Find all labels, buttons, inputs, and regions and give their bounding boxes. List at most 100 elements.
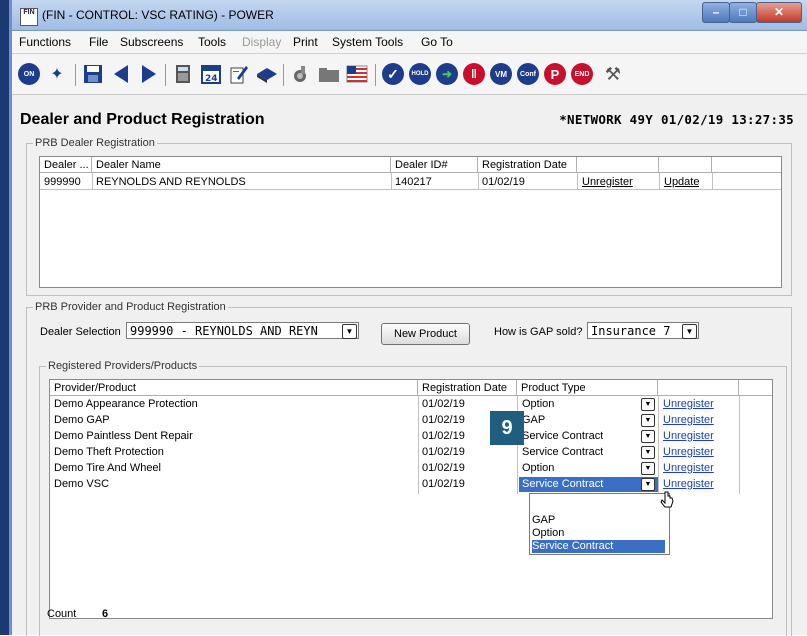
menu-file[interactable]: File — [89, 35, 108, 49]
dealer-selection-label: Dealer Selection — [40, 326, 121, 338]
product-type-selected[interactable]: Service Contract — [519, 477, 658, 492]
dealer-name-col-header[interactable]: Dealer Name — [92, 157, 391, 173]
menu-bar: Functions File Subscreens Tools Display … — [12, 31, 807, 54]
flag-icon[interactable] — [346, 63, 368, 85]
maximize-button[interactable]: □ — [729, 2, 757, 23]
new-product-button[interactable]: New Product — [381, 323, 470, 345]
title-bar: FIN (FIN - CONTROL: VSC RATING) - POWER … — [12, 0, 807, 31]
calculator-icon[interactable] — [172, 63, 194, 85]
menu-print[interactable]: Print — [293, 35, 318, 49]
update-dealer-link[interactable]: Update — [664, 175, 699, 190]
forward-icon[interactable] — [138, 63, 160, 85]
registration-date-col-header[interactable]: Registration Date — [418, 380, 517, 396]
dealer-selection-value: 999990 - REYNOLDS AND REYN — [130, 324, 318, 338]
go-arrow-icon[interactable]: ➜ — [436, 63, 458, 85]
product-type[interactable]: Service Contract — [522, 445, 603, 460]
gap-sold-label: How is GAP sold? — [494, 326, 583, 338]
registration-date-col-header[interactable]: Registration Date — [478, 157, 577, 173]
grid-line — [739, 396, 740, 494]
chevron-down-icon[interactable]: ▼ — [342, 324, 357, 339]
unregister-link[interactable]: Unregister — [663, 397, 714, 412]
blank-col-header — [658, 380, 739, 396]
grid-line — [659, 173, 660, 189]
dealer-col-header[interactable]: Dealer ... — [40, 157, 92, 173]
tools-icon[interactable]: ⚒ — [602, 63, 624, 85]
check-icon[interactable]: ✓ — [382, 63, 404, 85]
count-label: Count — [47, 608, 77, 620]
count-value: 6 — [102, 608, 109, 620]
unregister-link[interactable]: Unregister — [663, 429, 714, 444]
menu-system-tools[interactable]: System Tools — [332, 35, 403, 49]
product-date: 01/02/19 — [422, 462, 465, 474]
product-name: Demo Tire And Wheel — [54, 462, 161, 474]
product-type-col-header[interactable]: Product Type — [517, 380, 658, 396]
menu-tools[interactable]: Tools — [198, 35, 226, 49]
conf-icon[interactable]: Conf — [517, 63, 539, 85]
product-type[interactable]: Option — [522, 397, 554, 412]
product-type-dropdown-list: GAP Option Service Contract — [529, 493, 670, 555]
vm-icon[interactable]: VM — [490, 63, 512, 85]
gap-sold-dropdown[interactable]: Insurance 7 ▼ — [587, 322, 699, 339]
product-type[interactable]: Option — [522, 461, 554, 476]
main-content: Dealer and Product Registration *NETWORK… — [12, 95, 807, 636]
dealer-id: 140217 — [395, 176, 432, 188]
menu-subscreens[interactable]: Subscreens — [120, 35, 183, 49]
chevron-down-icon[interactable]: ▼ — [641, 462, 655, 475]
minimize-button[interactable]: – — [702, 2, 730, 23]
notepad-icon[interactable] — [228, 63, 250, 85]
mouse-cursor-icon — [660, 491, 674, 508]
save-icon[interactable] — [82, 63, 104, 85]
product-type[interactable]: GAP — [522, 413, 545, 428]
blank-col-header — [712, 157, 781, 173]
on-icon[interactable]: ON — [18, 63, 40, 85]
unregister-link[interactable]: Unregister — [663, 413, 714, 428]
chevron-down-icon[interactable]: ▼ — [641, 398, 655, 411]
back-icon[interactable] — [110, 63, 132, 85]
dealer-selection-dropdown[interactable]: 999990 - REYNOLDS AND REYN ▼ — [126, 322, 359, 339]
dropdown-option-option[interactable]: Option — [532, 527, 665, 540]
close-button[interactable]: ✕ — [756, 2, 802, 23]
product-date: 01/02/19 — [422, 430, 465, 442]
callout-badge: 9 — [490, 411, 524, 445]
app-window: FIN (FIN - CONTROL: VSC RATING) - POWER … — [12, 0, 807, 636]
product-date: 01/02/19 — [422, 398, 465, 410]
unregister-link[interactable]: Unregister — [663, 445, 714, 460]
rocket-icon[interactable] — [290, 63, 312, 85]
print-p-icon[interactable]: P — [544, 63, 566, 85]
chevron-down-icon[interactable]: ▼ — [641, 446, 655, 459]
hold-icon[interactable]: HOLD — [409, 63, 431, 85]
product-type[interactable]: Service Contract — [522, 429, 603, 444]
provider-registration-legend: PRB Provider and Product Registration — [35, 301, 226, 313]
folder-icon[interactable] — [318, 63, 340, 85]
svg-text:24: 24 — [205, 74, 218, 84]
dealer-grid: Dealer ... Dealer Name Dealer ID# Regist… — [39, 156, 782, 288]
product-name: Demo Theft Protection — [54, 446, 164, 458]
chevron-down-icon[interactable]: ▼ — [641, 478, 655, 491]
dealer-number: 999990 — [44, 176, 81, 188]
product-date: 01/02/19 — [422, 478, 465, 490]
unregister-link[interactable]: Unregister — [663, 461, 714, 476]
grid-line — [712, 173, 713, 189]
menu-go-to[interactable]: Go To — [421, 35, 453, 49]
dropdown-option-service-contract[interactable]: Service Contract — [532, 540, 665, 553]
dealer-registration-legend: PRB Dealer Registration — [35, 137, 155, 149]
chevron-down-icon[interactable]: ▼ — [641, 430, 655, 443]
menu-functions[interactable]: Functions — [19, 35, 71, 49]
compass-icon[interactable]: ✦ — [46, 63, 68, 85]
blank-col-header — [577, 157, 659, 173]
dealer-id-col-header[interactable]: Dealer ID# — [391, 157, 478, 173]
chevron-down-icon[interactable]: ▼ — [641, 414, 655, 427]
calendar-icon[interactable]: 24 — [200, 63, 222, 85]
product-name: Demo GAP — [54, 414, 110, 426]
toolbar: ON ✦ 24 ✓ HOLD ➜ ‖ VM Conf P END ⚒ — [12, 54, 807, 95]
product-date: 01/02/19 — [422, 414, 465, 426]
unregister-dealer-link[interactable]: Unregister — [582, 175, 633, 190]
provider-product-col-header[interactable]: Provider/Product — [50, 380, 418, 396]
unregister-link[interactable]: Unregister — [663, 477, 714, 492]
book-icon[interactable] — [256, 63, 278, 85]
chevron-down-icon[interactable]: ▼ — [682, 324, 697, 339]
dealer-name: REYNOLDS AND REYNOLDS — [96, 176, 246, 188]
dropdown-option-gap[interactable]: GAP — [532, 514, 665, 527]
stop-icon[interactable]: ‖ — [463, 63, 485, 85]
end-icon[interactable]: END — [571, 63, 593, 85]
